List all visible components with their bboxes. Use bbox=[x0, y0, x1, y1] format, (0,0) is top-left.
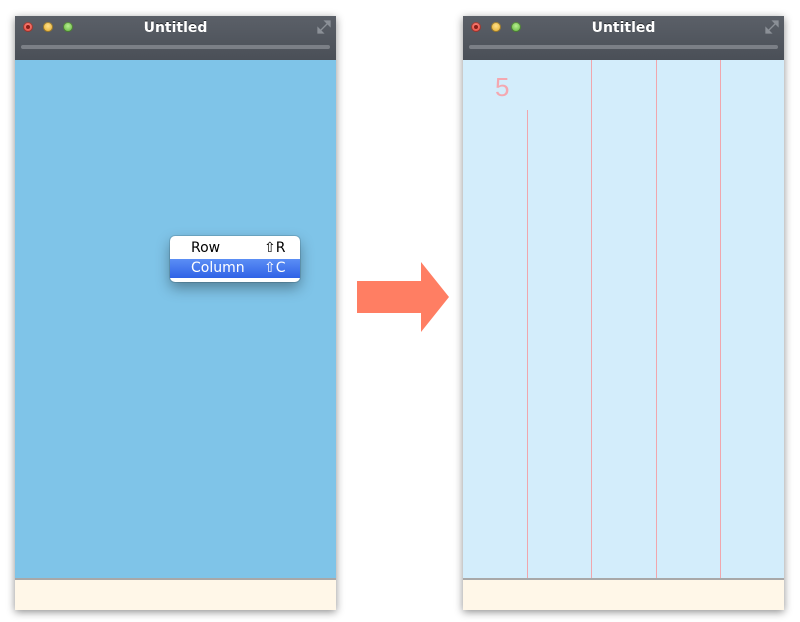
toolbar-strip bbox=[21, 45, 330, 49]
window-title: Untitled bbox=[143, 20, 208, 36]
menu-item-shortcut: ⇧R bbox=[264, 240, 286, 256]
window-title: Untitled bbox=[591, 20, 656, 36]
layout-popup-menu: Row ⇧R Column ⇧C bbox=[170, 236, 300, 282]
before-window: Untitled Row ⇧R Column ⇧C bbox=[15, 16, 336, 610]
column-guide[interactable] bbox=[527, 110, 528, 578]
status-bar bbox=[15, 578, 336, 610]
fullscreen-icon[interactable] bbox=[317, 20, 331, 34]
status-bar bbox=[463, 578, 784, 610]
column-guide[interactable] bbox=[720, 60, 721, 578]
canvas-area[interactable]: Row ⇧R Column ⇧C bbox=[15, 60, 336, 578]
after-window: Untitled 5 bbox=[463, 16, 784, 610]
menu-item-shortcut: ⇧C bbox=[264, 260, 286, 276]
window-titlebar[interactable]: Untitled bbox=[463, 16, 784, 60]
menu-item-column[interactable]: Column ⇧C bbox=[170, 259, 300, 278]
column-guide[interactable] bbox=[591, 60, 592, 578]
column-count-label: 5 bbox=[495, 72, 510, 102]
toolbar-strip bbox=[469, 45, 778, 49]
column-guide[interactable] bbox=[656, 60, 657, 578]
menu-item-row[interactable]: Row ⇧R bbox=[170, 239, 300, 258]
menu-item-label: Column bbox=[191, 260, 245, 276]
menu-item-label: Row bbox=[191, 240, 221, 256]
canvas-area[interactable]: 5 bbox=[463, 60, 784, 578]
right-arrow-icon bbox=[357, 262, 449, 332]
window-titlebar[interactable]: Untitled bbox=[15, 16, 336, 60]
fullscreen-icon[interactable] bbox=[765, 20, 779, 34]
